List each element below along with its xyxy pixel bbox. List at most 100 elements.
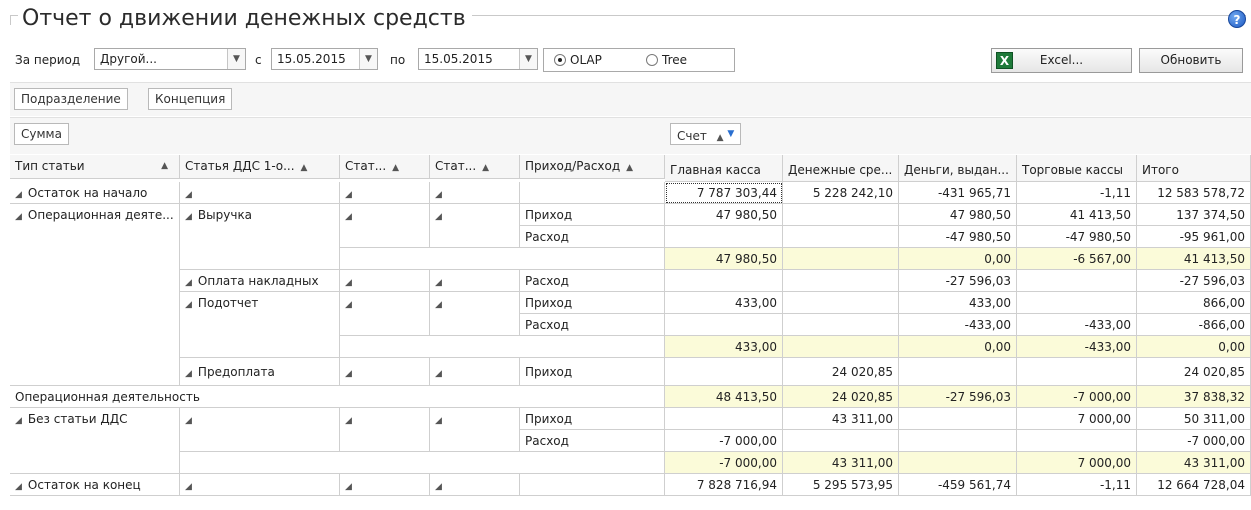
- collapse-icon[interactable]: ◢: [185, 190, 192, 200]
- value-cell[interactable]: -459 561,74: [899, 474, 1017, 496]
- value-cell[interactable]: -431 965,71: [899, 182, 1017, 204]
- value-cell[interactable]: [665, 226, 783, 248]
- col-header-trade-cash[interactable]: Торговые кассы: [1017, 155, 1137, 182]
- collapse-icon[interactable]: ◢: [435, 300, 442, 310]
- field-chip-sum[interactable]: Сумма: [14, 123, 69, 145]
- collapse-icon[interactable]: ◢: [15, 212, 22, 222]
- sort-asc-icon[interactable]: ▲: [161, 155, 168, 177]
- radio-olap[interactable]: OLAP: [554, 54, 602, 67]
- value-cell[interactable]: [1017, 270, 1137, 292]
- collapse-icon[interactable]: ◢: [15, 416, 22, 426]
- value-cell[interactable]: [665, 408, 783, 430]
- group-opening[interactable]: ◢ Остаток на начало: [10, 182, 180, 204]
- value-cell[interactable]: [665, 358, 783, 386]
- collapse-icon[interactable]: ◢: [185, 278, 192, 288]
- subtotal-cell[interactable]: 7 000,00: [1017, 452, 1137, 474]
- value-cell[interactable]: 47 980,50: [899, 204, 1017, 226]
- collapse-icon[interactable]: ◢: [435, 482, 442, 492]
- collapse-icon[interactable]: ◢: [435, 369, 442, 379]
- col-header-money[interactable]: Денежные сре...: [783, 155, 899, 182]
- value-cell[interactable]: 5 295 573,95: [783, 474, 899, 496]
- sort-asc-icon[interactable]: ▲: [301, 163, 308, 173]
- collapse-icon[interactable]: ◢: [345, 300, 352, 310]
- row-header-stat2[interactable]: Стат... ▲: [430, 155, 520, 179]
- subtotal-cell[interactable]: 0,00: [1137, 336, 1251, 358]
- subtotal-cell[interactable]: 37 838,32: [1137, 386, 1251, 408]
- value-cell[interactable]: -7 000,00: [665, 430, 783, 452]
- subtotal-cell[interactable]: -433,00: [1017, 336, 1137, 358]
- collapse-icon[interactable]: ◢: [345, 278, 352, 288]
- value-cell[interactable]: [1017, 292, 1137, 314]
- article-accountable[interactable]: ◢ Подотчет: [180, 292, 340, 358]
- subtotal-cell[interactable]: [783, 248, 899, 270]
- value-cell[interactable]: 7 000,00: [1017, 408, 1137, 430]
- value-cell[interactable]: 24 020,85: [1137, 358, 1251, 386]
- refresh-button[interactable]: Обновить: [1139, 48, 1243, 73]
- sort-asc-icon[interactable]: ▲: [482, 163, 489, 173]
- value-cell[interactable]: [1017, 430, 1137, 452]
- value-cell[interactable]: [783, 270, 899, 292]
- value-cell[interactable]: [783, 204, 899, 226]
- value-cell[interactable]: [665, 270, 783, 292]
- sort-asc-icon[interactable]: ▲: [392, 163, 399, 173]
- value-cell[interactable]: 47 980,50: [665, 204, 783, 226]
- filter-icon[interactable]: ▼: [727, 129, 734, 139]
- subtotal-cell[interactable]: -7 000,00: [665, 452, 783, 474]
- col-header-issued[interactable]: Деньги, выдан...: [899, 155, 1017, 182]
- value-cell[interactable]: 866,00: [1137, 292, 1251, 314]
- value-cell[interactable]: -27 596,03: [899, 270, 1017, 292]
- col-header-main-cash[interactable]: Главная касса: [665, 155, 783, 182]
- subtotal-cell[interactable]: 47 980,50: [665, 248, 783, 270]
- value-cell[interactable]: [665, 314, 783, 336]
- value-cell[interactable]: [899, 358, 1017, 386]
- collapse-icon[interactable]: ◢: [435, 416, 442, 426]
- value-cell[interactable]: -1,11: [1017, 182, 1137, 204]
- value-cell[interactable]: 12 583 578,72: [1137, 182, 1251, 204]
- value-cell[interactable]: [899, 408, 1017, 430]
- article-revenue[interactable]: ◢ Выручка: [180, 204, 340, 270]
- col-header-total[interactable]: Итого: [1137, 155, 1251, 182]
- value-cell[interactable]: -7 000,00: [1137, 430, 1251, 452]
- group-no-article[interactable]: ◢ Без статьи ДДС: [10, 408, 180, 474]
- subtotal-cell[interactable]: -27 596,03: [899, 386, 1017, 408]
- value-cell[interactable]: 5 228 242,10: [783, 182, 899, 204]
- chevron-down-icon[interactable]: ▼: [519, 49, 537, 69]
- chevron-down-icon[interactable]: ▼: [359, 49, 377, 69]
- value-cell[interactable]: [783, 314, 899, 336]
- value-cell[interactable]: -433,00: [899, 314, 1017, 336]
- value-cell[interactable]: [1017, 358, 1137, 386]
- value-cell[interactable]: 43 311,00: [783, 408, 899, 430]
- excel-export-button[interactable]: X Excel...: [991, 48, 1132, 73]
- chevron-down-icon[interactable]: ▼: [227, 49, 245, 69]
- value-cell[interactable]: 137 374,50: [1137, 204, 1251, 226]
- collapse-icon[interactable]: ◢: [435, 190, 442, 200]
- collapse-icon[interactable]: ◢: [185, 416, 192, 426]
- field-chip-subdivision[interactable]: Подразделение: [14, 88, 128, 110]
- value-cell[interactable]: [899, 430, 1017, 452]
- subtotal-cell[interactable]: -6 567,00: [1017, 248, 1137, 270]
- subtotal-cell[interactable]: 41 413,50: [1137, 248, 1251, 270]
- value-cell[interactable]: [783, 226, 899, 248]
- subtotal-cell[interactable]: [899, 452, 1017, 474]
- collapse-icon[interactable]: ◢: [345, 190, 352, 200]
- value-cell[interactable]: 433,00: [899, 292, 1017, 314]
- value-cell[interactable]: 41 413,50: [1017, 204, 1137, 226]
- column-field-account[interactable]: Счет ▲ ▼: [670, 123, 742, 145]
- article-invoice-payment[interactable]: ◢ Оплата накладных: [180, 270, 340, 292]
- value-cell[interactable]: 7 787 303,44: [665, 182, 783, 204]
- row-header-type[interactable]: Тип статьи ▲: [10, 155, 180, 179]
- subtotal-cell[interactable]: 433,00: [665, 336, 783, 358]
- from-date-picker[interactable]: 15.05.2015 ▼: [271, 48, 378, 70]
- collapse-icon[interactable]: ◢: [435, 278, 442, 288]
- value-cell[interactable]: -866,00: [1137, 314, 1251, 336]
- to-date-picker[interactable]: 15.05.2015 ▼: [418, 48, 538, 70]
- help-icon[interactable]: ?: [1228, 10, 1246, 28]
- subtotal-cell[interactable]: 48 413,50: [665, 386, 783, 408]
- collapse-icon[interactable]: ◢: [185, 369, 192, 379]
- period-select[interactable]: Другой... ▼: [94, 48, 246, 70]
- value-cell[interactable]: 12 664 728,04: [1137, 474, 1251, 496]
- collapse-icon[interactable]: ◢: [345, 212, 352, 222]
- collapse-icon[interactable]: ◢: [435, 212, 442, 222]
- collapse-icon[interactable]: ◢: [345, 416, 352, 426]
- article-prepayment[interactable]: ◢ Предоплата: [180, 358, 340, 386]
